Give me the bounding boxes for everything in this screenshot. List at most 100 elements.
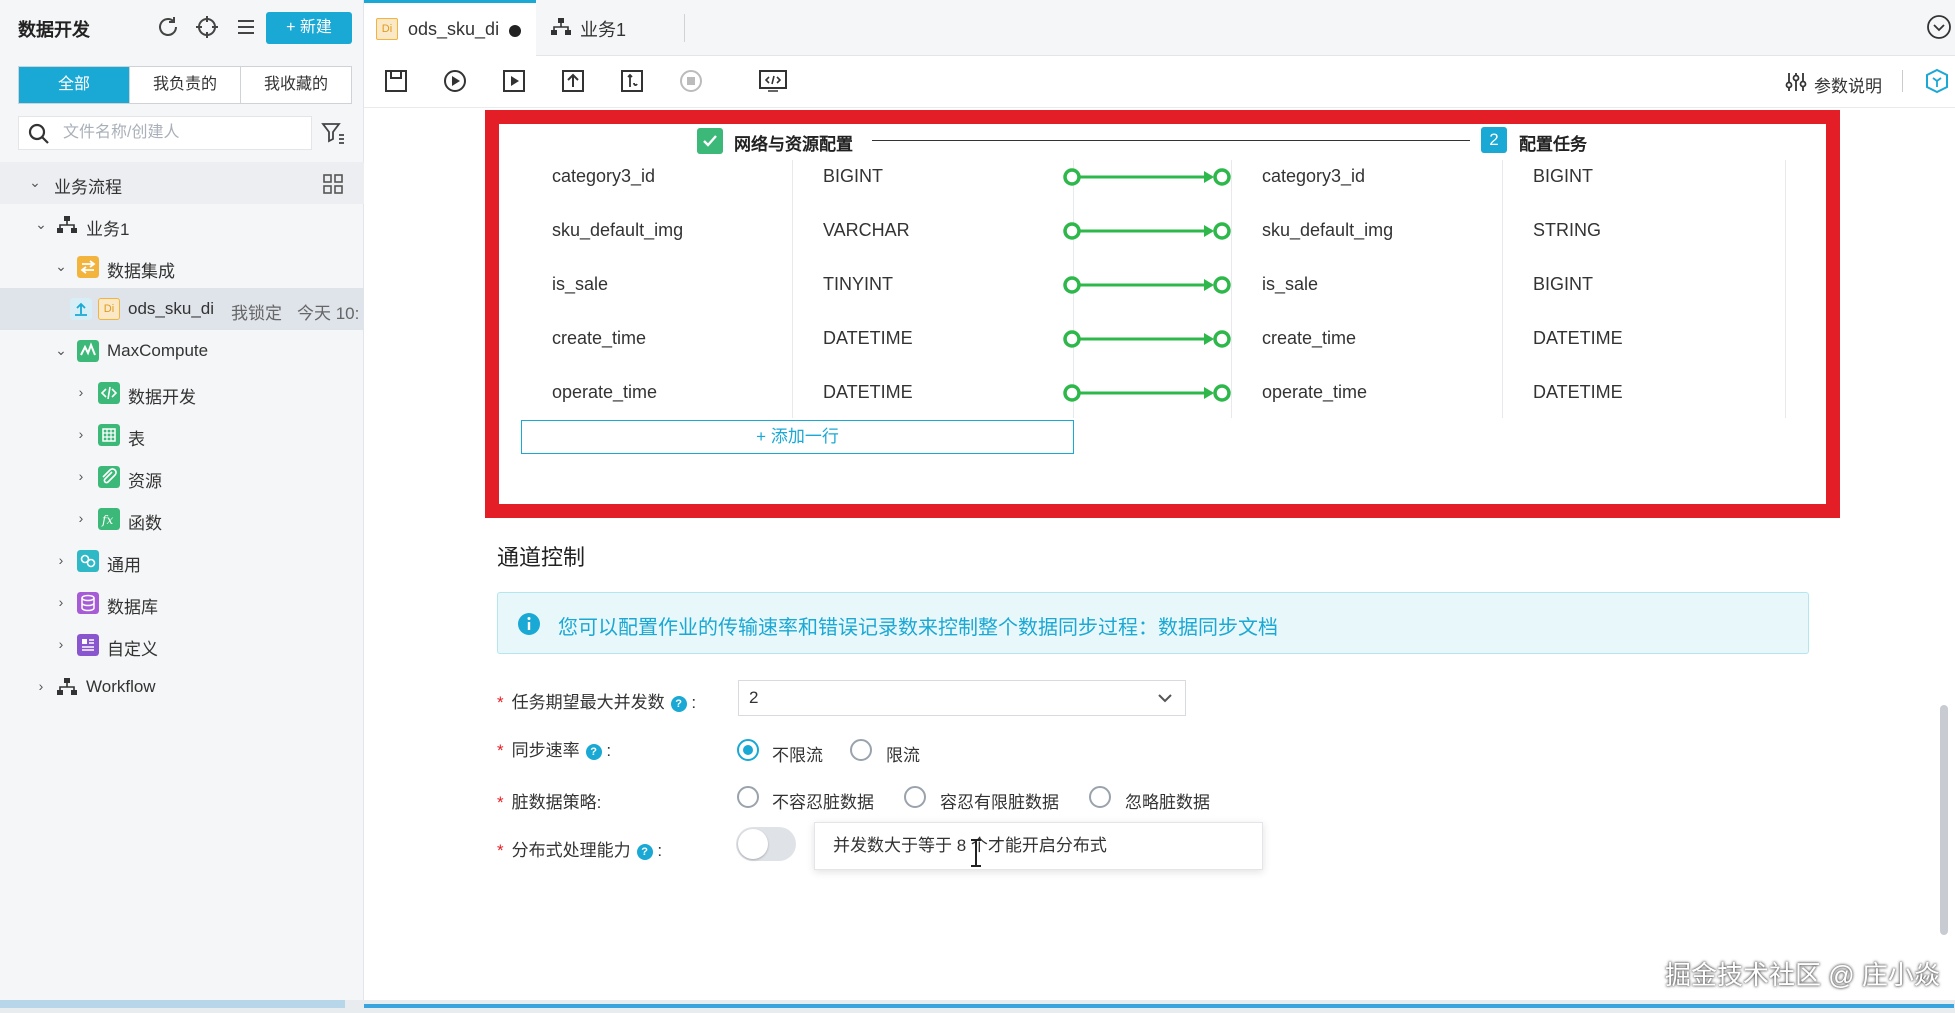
add-row-button[interactable]: + 添加一行 bbox=[521, 420, 1074, 454]
menu-icon[interactable] bbox=[232, 14, 260, 42]
distributed-toggle[interactable] bbox=[736, 827, 796, 861]
run-with-params-icon[interactable] bbox=[501, 68, 527, 94]
sidebar-scroll-thumb[interactable] bbox=[0, 1000, 345, 1008]
tree-label: 函数 bbox=[128, 514, 162, 533]
chevron-down-icon: ⌄ bbox=[55, 342, 67, 358]
mapping-connector[interactable] bbox=[1062, 165, 1232, 189]
mapping-src-type: TINYINT bbox=[823, 274, 893, 294]
sliders-icon[interactable] bbox=[1784, 70, 1808, 94]
sidebar-title: 数据开发 bbox=[18, 20, 90, 40]
horizontal-scrollbar[interactable] bbox=[0, 1000, 1955, 1013]
step-configure-task[interactable]: 配置任务 bbox=[1519, 130, 1587, 155]
tree-item-function[interactable]: › fx 函数 bbox=[0, 498, 364, 540]
tree-item-business1[interactable]: ⌄ 业务1 bbox=[0, 204, 364, 246]
search-box bbox=[18, 116, 312, 150]
org-tree-icon bbox=[57, 216, 77, 233]
mapping-src-name: sku_default_img bbox=[552, 220, 684, 240]
function-icon: fx bbox=[98, 508, 120, 530]
info-banner: 您可以配置作业的传输速率和错误记录数来控制整个数据同步过程：数据同步文档 bbox=[497, 592, 1809, 654]
tree-item-database[interactable]: › 数据库 bbox=[0, 582, 364, 624]
save-icon[interactable] bbox=[383, 68, 409, 94]
script-mode-icon[interactable] bbox=[758, 68, 788, 94]
run-icon[interactable] bbox=[442, 68, 468, 94]
rate-unlimited-radio[interactable] bbox=[737, 739, 759, 761]
cube-icon[interactable] bbox=[1924, 68, 1950, 94]
mapping-connector[interactable] bbox=[1062, 273, 1232, 297]
maxcompute-icon bbox=[77, 340, 99, 362]
tree-item-maxcompute[interactable]: ⌄ MaxCompute bbox=[0, 330, 364, 372]
sidebar-header: 数据开发 + 新建 bbox=[0, 0, 364, 56]
chevron-right-icon: › bbox=[78, 384, 84, 400]
deploy-icon[interactable] bbox=[619, 68, 645, 94]
main-scroll-thumb[interactable] bbox=[364, 1004, 1954, 1008]
tree-label: 通用 bbox=[107, 556, 141, 575]
svg-text:fx: fx bbox=[101, 513, 113, 527]
tree-item-custom[interactable]: › 自定义 bbox=[0, 624, 364, 666]
chevron-right-icon: › bbox=[78, 510, 84, 526]
paperclip-icon bbox=[98, 466, 120, 488]
step-network-resource[interactable]: 网络与资源配置 bbox=[734, 130, 853, 155]
help-icon[interactable]: ? bbox=[670, 696, 687, 712]
tree-label: 资源 bbox=[128, 472, 162, 491]
database-icon bbox=[77, 592, 99, 614]
filter-tabs: 全部 我负责的 我收藏的 bbox=[18, 66, 352, 104]
rate-limited-radio[interactable] bbox=[850, 739, 872, 761]
dirty-no-tolerance-radio[interactable] bbox=[737, 786, 759, 808]
chevron-right-icon: › bbox=[78, 468, 84, 484]
concurrency-select[interactable]: 2 bbox=[738, 680, 1186, 716]
locate-icon[interactable] bbox=[193, 14, 221, 42]
mapping-dst-name: create_time bbox=[1262, 328, 1357, 348]
rate-limited-label[interactable]: 限流 bbox=[886, 741, 920, 766]
mapping-connector[interactable] bbox=[1062, 327, 1232, 351]
filter-tab-all[interactable]: 全部 bbox=[19, 67, 130, 103]
mapping-dst-name: is_sale bbox=[1262, 274, 1319, 294]
search-input[interactable] bbox=[63, 117, 303, 149]
tree-label: 数据库 bbox=[107, 598, 158, 617]
tree-item-workflow[interactable]: › Workflow bbox=[0, 666, 364, 708]
mapping-src-type: DATETIME bbox=[823, 382, 913, 402]
help-icon[interactable]: ? bbox=[585, 744, 602, 760]
unsaved-dot-icon[interactable] bbox=[509, 25, 521, 37]
info-text[interactable]: 您可以配置作业的传输速率和错误记录数来控制整个数据同步过程：数据同步文档 bbox=[558, 611, 1278, 640]
mapping-connector[interactable] bbox=[1062, 219, 1232, 243]
rate-unlimited-label[interactable]: 不限流 bbox=[772, 741, 823, 766]
help-icon[interactable]: ? bbox=[636, 844, 653, 860]
toolbar-divider bbox=[1902, 70, 1903, 92]
mapping-dst-name: sku_default_img bbox=[1262, 220, 1394, 240]
tab-ods-sku-di[interactable]: Di ods_sku_di bbox=[364, 0, 536, 56]
tree-label: 表 bbox=[128, 430, 145, 449]
mapping-connector[interactable] bbox=[1062, 381, 1232, 405]
di-node-icon: Di bbox=[98, 298, 120, 320]
dirty-ignore-radio[interactable] bbox=[1089, 786, 1111, 808]
chevron-right-icon: › bbox=[38, 678, 44, 694]
filter-tab-favorites[interactable]: 我收藏的 bbox=[241, 67, 351, 103]
chevron-down-circle-icon[interactable] bbox=[1926, 14, 1952, 40]
vertical-scrollbar[interactable] bbox=[1940, 705, 1948, 935]
tab-business1[interactable]: 业务1 bbox=[536, 0, 686, 56]
tree-item-data-integration[interactable]: ⌄ 数据集成 bbox=[0, 246, 364, 288]
refresh-icon[interactable] bbox=[154, 14, 182, 42]
dirty-limited-radio[interactable] bbox=[904, 786, 926, 808]
dirty-no-tolerance-label[interactable]: 不容忍脏数据 bbox=[772, 788, 874, 813]
column-divider bbox=[1785, 160, 1786, 418]
filter-tab-mine[interactable]: 我负责的 bbox=[130, 67, 241, 103]
chevron-down-icon: ⌄ bbox=[55, 258, 67, 274]
tree-label: 数据开发 bbox=[128, 388, 196, 407]
submit-icon[interactable] bbox=[560, 68, 586, 94]
params-button[interactable]: 参数说明 bbox=[1814, 72, 1882, 97]
di-node-icon: Di bbox=[376, 18, 398, 40]
tree-item-resource[interactable]: › 资源 bbox=[0, 456, 364, 498]
chevron-down-icon: ⌄ bbox=[29, 174, 41, 190]
tree-item-data-dev[interactable]: › 数据开发 bbox=[0, 372, 364, 414]
grid-icon[interactable] bbox=[322, 173, 344, 195]
filter-icon[interactable] bbox=[320, 120, 346, 146]
tree-item-table[interactable]: › 表 bbox=[0, 414, 364, 456]
dirty-limited-label[interactable]: 容忍有限脏数据 bbox=[940, 788, 1059, 813]
dirty-ignore-label[interactable]: 忽略脏数据 bbox=[1125, 788, 1210, 813]
tree-section-business-flow[interactable]: ⌄ 业务流程 bbox=[0, 162, 364, 204]
mapping-src-name: create_time bbox=[552, 328, 647, 348]
new-button[interactable]: + 新建 bbox=[266, 12, 352, 44]
tree-item-common[interactable]: › 通用 bbox=[0, 540, 364, 582]
step-connector bbox=[872, 140, 1470, 141]
tree-item-ods-sku-di[interactable]: Di ods_sku_di 我锁定 今天 10: bbox=[0, 288, 364, 330]
